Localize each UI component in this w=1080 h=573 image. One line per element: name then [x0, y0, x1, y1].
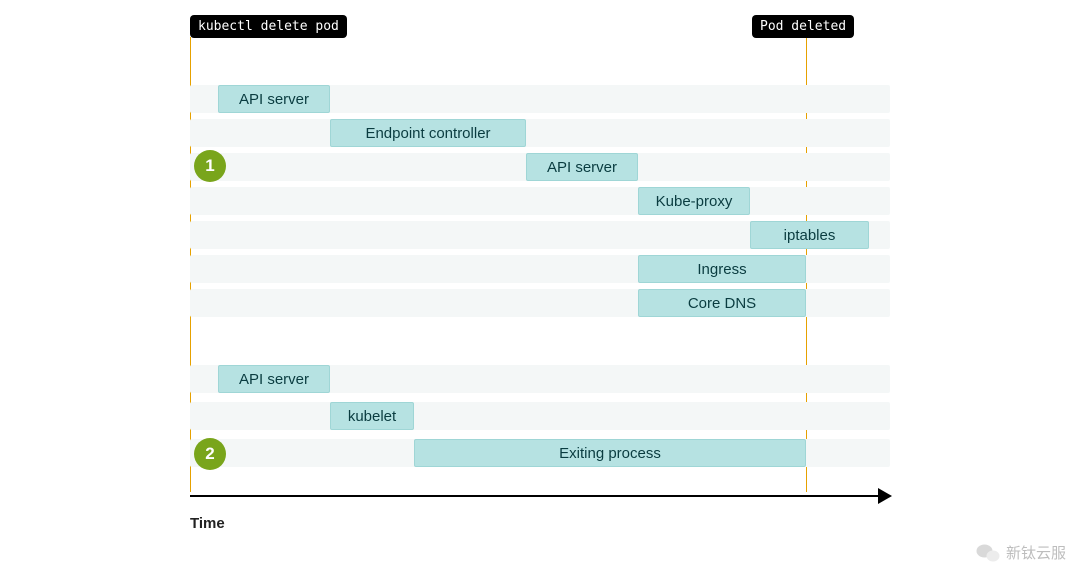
- track-row: [190, 187, 890, 215]
- bar-ingress: Ingress: [638, 255, 806, 283]
- bar-endpoint-controller: Endpoint controller: [330, 119, 526, 147]
- group-number-1: 1: [194, 150, 226, 182]
- bar-api-server: API server: [218, 365, 330, 393]
- track-row: [190, 119, 890, 147]
- watermark-text: 新钛云服: [1006, 542, 1066, 563]
- bar-iptables: iptables: [750, 221, 869, 249]
- timeline-diagram: kubectl delete pod Pod deleted API serve…: [190, 30, 890, 525]
- bar-kubelet: kubelet: [330, 402, 414, 430]
- bar-api-server: API server: [218, 85, 330, 113]
- watermark: 新钛云服: [976, 542, 1066, 563]
- end-tag: Pod deleted: [752, 15, 854, 38]
- wechat-icon: [976, 543, 1000, 563]
- time-axis: [190, 495, 890, 497]
- bar-exiting-process: Exiting process: [414, 439, 806, 467]
- group-number-2: 2: [194, 438, 226, 470]
- time-axis-label: Time: [190, 515, 225, 532]
- start-tag: kubectl delete pod: [190, 15, 347, 38]
- bar-core-dns: Core DNS: [638, 289, 806, 317]
- bar-api-server: API server: [526, 153, 638, 181]
- track-row: [190, 402, 890, 430]
- bar-kube-proxy: Kube-proxy: [638, 187, 750, 215]
